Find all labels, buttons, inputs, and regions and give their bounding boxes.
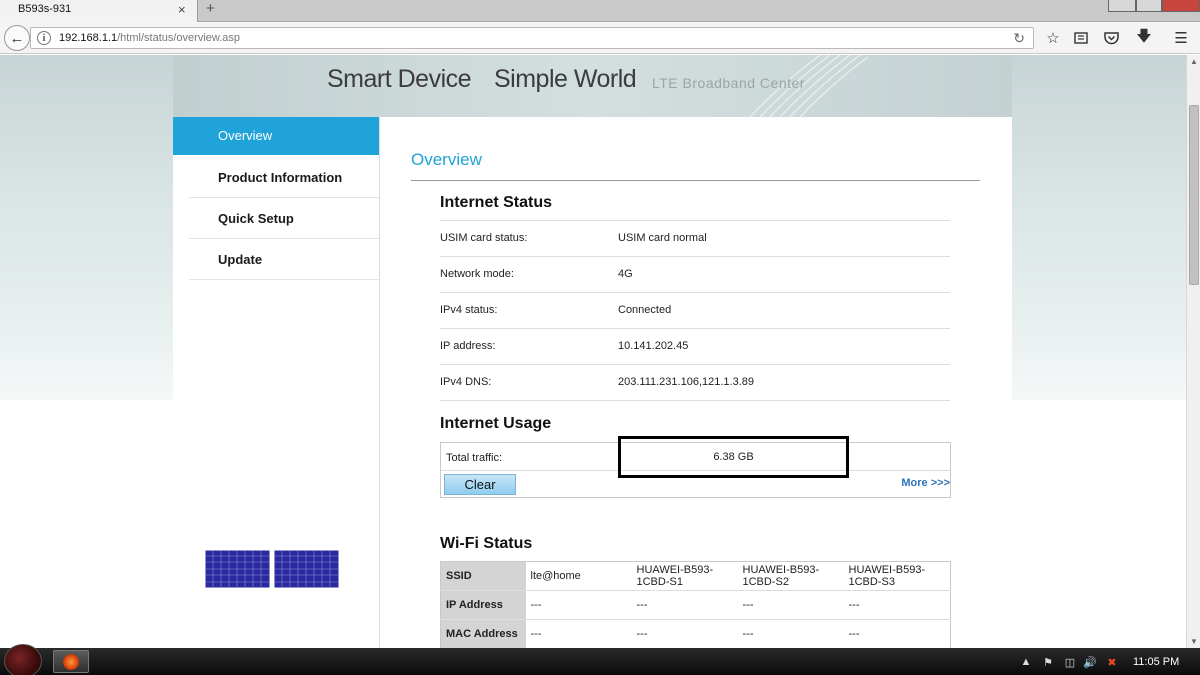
- status-row-ipv4-dns: IPv4 DNS: 203.111.231.106,121.1.3.89: [440, 364, 950, 401]
- network-icon[interactable]: ◫: [1062, 654, 1078, 670]
- total-traffic-value: 6.38 GB: [713, 451, 754, 463]
- tab-close-icon[interactable]: ×: [178, 2, 186, 17]
- browser-tab-strip: B593s-931 × +: [0, 0, 1200, 22]
- table-row: SSID lte@home HUAWEI-B593-1CBD-S1 HUAWEI…: [440, 561, 951, 591]
- window-controls: [1108, 0, 1200, 12]
- new-tab-icon[interactable]: +: [206, 0, 215, 17]
- action-center-flag-icon[interactable]: ⚑: [1040, 654, 1056, 670]
- slogan-smart-device: Smart Device: [327, 65, 472, 93]
- clear-traffic-button[interactable]: Clear: [444, 474, 516, 495]
- reading-list-icon[interactable]: [1070, 27, 1092, 49]
- slogan-simple-world: Simple World: [494, 65, 637, 93]
- status-value: 4G: [618, 268, 633, 280]
- status-value: 10.141.202.45: [618, 340, 689, 352]
- scroll-up-arrow-icon[interactable]: ▲: [1190, 57, 1198, 66]
- table-cell: lte@home: [525, 561, 632, 591]
- table-row: MAC Address --- --- --- ---: [440, 619, 951, 648]
- vertical-scrollbar[interactable]: ▲ ▼: [1186, 55, 1200, 648]
- table-row-header: SSID: [440, 561, 526, 591]
- reload-icon[interactable]: ↻: [1013, 30, 1025, 47]
- heading-divider: [411, 180, 980, 181]
- hamburger-menu-icon[interactable]: ☰: [1170, 27, 1192, 49]
- url-path: /html/status/overview.asp: [117, 32, 241, 44]
- url-text[interactable]: 192.168.1.1/html/status/overview.asp: [59, 32, 240, 44]
- window-maximize-button[interactable]: [1136, 0, 1162, 12]
- window-minimize-button[interactable]: [1108, 0, 1136, 12]
- url-host: 192.168.1.1: [59, 32, 118, 44]
- bookmark-star-icon[interactable]: ☆: [1042, 27, 1064, 49]
- table-cell: ---: [737, 590, 844, 620]
- window-close-button[interactable]: [1162, 0, 1200, 12]
- status-row-usim: USIM card status: USIM card normal: [440, 220, 950, 256]
- table-cell: HUAWEI-B593-1CBD-S3: [843, 561, 951, 591]
- solar-panel-logo-icon: [205, 550, 339, 588]
- internet-usage-box: Total traffic: 6.38 GB Clear More >>>: [440, 436, 951, 498]
- total-traffic-highlight-box: 6.38 GB: [618, 436, 849, 478]
- tab-title: B593s-931: [18, 3, 72, 15]
- sidebar-item-update[interactable]: Update: [173, 241, 379, 279]
- sidebar-divider: [189, 279, 379, 280]
- start-button-icon[interactable]: [4, 644, 42, 675]
- page-title: Overview: [411, 150, 482, 169]
- sidebar-divider: [189, 197, 379, 198]
- table-row: IP Address --- --- --- ---: [440, 590, 951, 620]
- table-cell: ---: [737, 619, 844, 648]
- back-arrow-icon[interactable]: ←: [4, 25, 30, 51]
- app-tray-icon[interactable]: ✖: [1104, 654, 1120, 670]
- windows-taskbar: ▲ ⚑ ◫ 🔊 ✖ 11:05 PM: [0, 644, 1200, 675]
- table-row-header: IP Address: [440, 590, 526, 620]
- table-cell: ---: [631, 590, 738, 620]
- router-web-page: Smart Device Simple World LTE Broadband …: [0, 55, 1186, 648]
- total-traffic-label: Total traffic:: [446, 452, 503, 464]
- table-row-header: MAC Address: [440, 619, 526, 648]
- status-row-network-mode: Network mode: 4G: [440, 256, 950, 292]
- product-tagline: LTE Broadband Center: [652, 75, 805, 91]
- more-usage-link[interactable]: More >>>: [901, 477, 950, 489]
- status-label: IP address:: [440, 340, 496, 352]
- internet-status-title: Internet Status: [440, 194, 553, 211]
- show-hidden-icons-icon[interactable]: ▲: [1018, 654, 1034, 670]
- table-cell: HUAWEI-B593-1CBD-S1: [631, 561, 738, 591]
- status-value: 203.111.231.106,121.1.3.89: [618, 376, 754, 388]
- sidebar-item-quick-setup[interactable]: Quick Setup: [173, 200, 379, 238]
- internet-usage-title: Internet Usage: [440, 415, 552, 432]
- status-label: IPv4 DNS:: [440, 376, 492, 388]
- browser-tab[interactable]: B593s-931 ×: [0, 0, 198, 22]
- status-label: Network mode:: [440, 268, 514, 280]
- scrollbar-thumb[interactable]: [1189, 105, 1199, 285]
- volume-icon[interactable]: 🔊: [1082, 654, 1098, 670]
- status-row-ip-address: IP address: 10.141.202.45: [440, 328, 950, 364]
- sidebar-item-product-information[interactable]: Product Information: [173, 159, 379, 197]
- table-cell: ---: [843, 619, 951, 648]
- status-label: IPv4 status:: [440, 304, 498, 316]
- info-icon[interactable]: i: [37, 31, 51, 45]
- download-arrow-icon[interactable]: 🡇: [1133, 27, 1155, 49]
- status-label: USIM card status:: [440, 232, 528, 244]
- status-row-ipv4-status: IPv4 status: Connected: [440, 292, 950, 328]
- table-cell: HUAWEI-B593-1CBD-S2: [737, 561, 844, 591]
- wifi-status-table: SSID lte@home HUAWEI-B593-1CBD-S1 HUAWEI…: [440, 561, 951, 648]
- sidebar-nav: Overview Product Information Quick Setup…: [173, 117, 379, 400]
- main-content-panel: Overview Internet Status USIM card statu…: [379, 117, 1012, 648]
- table-cell: ---: [525, 619, 632, 648]
- scroll-down-arrow-icon[interactable]: ▼: [1190, 637, 1198, 646]
- table-cell: ---: [843, 590, 951, 620]
- table-cell: ---: [525, 590, 632, 620]
- address-bar[interactable]: i 192.168.1.1/html/status/overview.asp ↻: [30, 27, 1034, 49]
- table-cell: ---: [631, 619, 738, 648]
- sidebar-divider: [189, 238, 379, 239]
- browser-toolbar: ← i 192.168.1.1/html/status/overview.asp…: [0, 22, 1200, 54]
- status-value: Connected: [618, 304, 672, 316]
- firefox-icon: [63, 654, 79, 670]
- taskbar-firefox-button[interactable]: [53, 650, 89, 673]
- status-value: USIM card normal: [618, 232, 707, 244]
- sidebar-item-overview[interactable]: Overview: [173, 117, 379, 155]
- pocket-icon[interactable]: [1100, 27, 1122, 49]
- wifi-status-title: Wi-Fi Status: [440, 535, 533, 552]
- taskbar-clock[interactable]: 11:05 PM: [1133, 656, 1179, 668]
